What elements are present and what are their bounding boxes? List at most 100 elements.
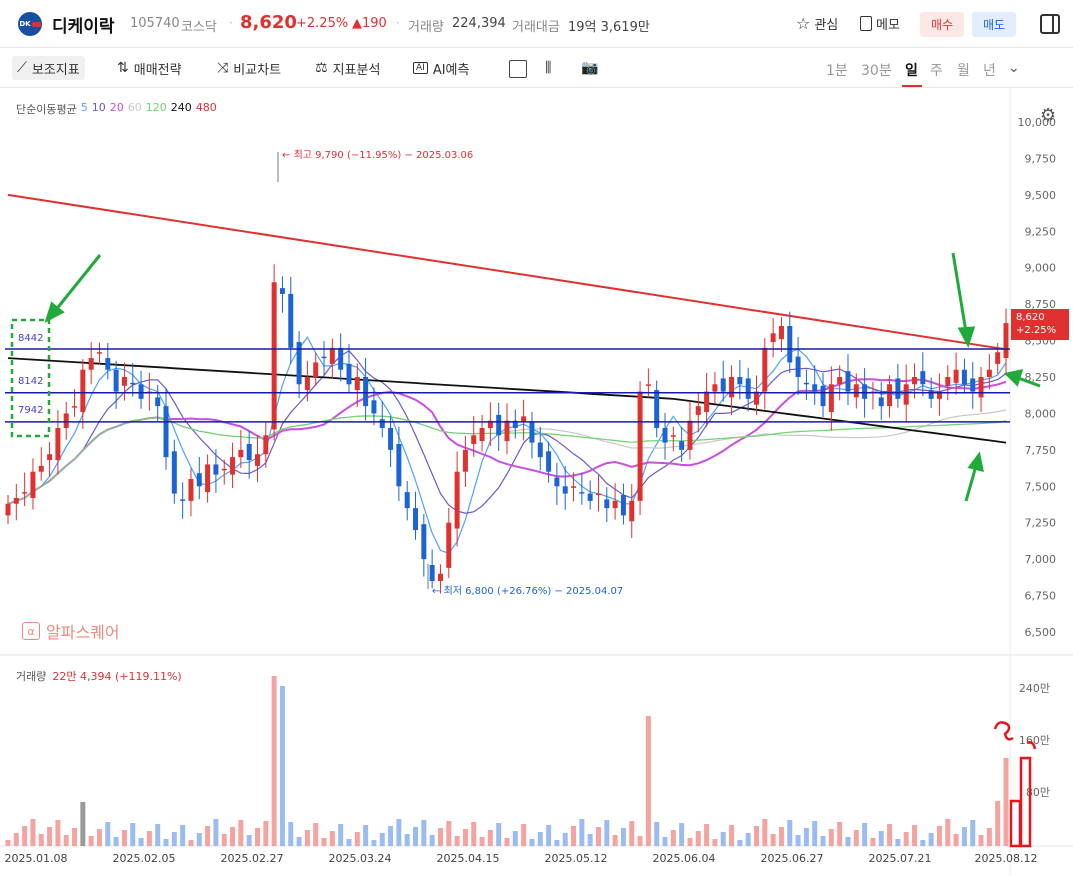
candle-type-button[interactable]: ⫼ [540, 56, 556, 80]
analysis-button[interactable]: ⚖ 지표분석 [310, 56, 385, 80]
volume-bar [512, 831, 518, 846]
volume-bar [113, 837, 119, 846]
volume-bar [945, 819, 951, 846]
candle-body [579, 492, 585, 494]
alpha-icon: α [22, 622, 40, 640]
indicator-button[interactable]: ⟋ 보조지표 [12, 56, 85, 80]
candle-body [55, 428, 61, 461]
y-tick-label: 9,250 [1025, 225, 1057, 238]
period-year[interactable]: 년 [983, 60, 996, 80]
volume-bar [255, 828, 260, 846]
volume-label: 거래량 [408, 20, 444, 35]
y-tick-label: 7,000 [1025, 553, 1057, 566]
candle-body [371, 400, 377, 414]
side-panel-icon[interactable] [1040, 14, 1060, 34]
candle-body [221, 468, 227, 471]
compare-button[interactable]: ⤨ 비교차트 [212, 56, 286, 80]
ai-button[interactable]: AI AI예측 [408, 56, 474, 80]
candle-body [845, 371, 851, 392]
candle-body [604, 499, 610, 509]
candle-body [354, 377, 360, 391]
volume-bar [404, 834, 410, 846]
volume-bar [803, 828, 809, 846]
volume-bar [529, 839, 535, 846]
volume-bar [720, 832, 726, 846]
highlight-rect [1009, 799, 1022, 848]
current-price-tag: 8,620 +2.25% [1011, 309, 1069, 340]
candle-body [113, 369, 119, 392]
volume-bar [787, 820, 793, 846]
volume-bar [662, 837, 668, 846]
volume-bar [487, 830, 493, 846]
ai-label: AI예측 [432, 62, 470, 78]
candle-body [321, 356, 327, 359]
watch-button[interactable]: ☆ 관심 [796, 14, 838, 33]
volume-bar [22, 826, 28, 846]
volume-bar [263, 821, 269, 846]
candle-body [121, 377, 127, 386]
period-day[interactable]: 일 [905, 60, 918, 80]
candle-body [903, 384, 909, 405]
chart-type-square-icon[interactable] [509, 60, 527, 78]
candle-body [271, 282, 277, 430]
x-tick-label: 2025.03.24 [329, 852, 392, 865]
candle-body [47, 454, 53, 461]
volume-bar [421, 820, 427, 846]
period-week[interactable]: 주 [930, 60, 943, 80]
volume-bar [812, 821, 818, 846]
screenshot-button[interactable]: 📷 [576, 56, 603, 80]
arrow-head [967, 451, 984, 473]
candle-body [246, 444, 252, 461]
candle-body [754, 391, 759, 405]
buy-button[interactable]: 매수 [920, 12, 964, 37]
candle-body [363, 377, 369, 407]
y-tick-label: 9,750 [1025, 152, 1057, 165]
candle-body [379, 419, 385, 428]
sell-button[interactable]: 매도 [972, 12, 1016, 37]
volume-bar [845, 837, 851, 846]
volume-value: 224,394 [452, 16, 506, 31]
volume-bar [571, 826, 577, 846]
candle-body [778, 326, 784, 340]
price-chart[interactable]: 10,0009,7509,5009,2509,0008,7508,5008,25… [0, 88, 1073, 876]
candle-body [188, 479, 194, 501]
volume-bar [171, 832, 177, 846]
indicator-icon: ⟋ [17, 60, 27, 76]
x-tick-label: 2025.08.12 [975, 852, 1038, 865]
memo-button[interactable]: 메모 [860, 14, 900, 33]
candle-body [670, 435, 676, 437]
volume-bar [146, 831, 152, 846]
volume-tick-label: 240만 [1019, 682, 1050, 695]
volume-bar [504, 838, 510, 846]
volume-bar [413, 827, 419, 846]
candle-body [529, 422, 535, 443]
candle-body [155, 397, 161, 407]
volume-bar [63, 835, 69, 846]
period-month[interactable]: 월 [957, 60, 970, 80]
strategy-button[interactable]: ⇅ 매매전략 [112, 56, 187, 80]
volume-bar [462, 829, 468, 846]
candle-body [978, 377, 984, 398]
volume-bar [770, 834, 776, 846]
volume-bar [612, 835, 618, 846]
volume-bar [754, 826, 759, 846]
period-1min[interactable]: 1분 [826, 60, 848, 80]
candle-body [80, 369, 86, 412]
candle-body [920, 371, 926, 385]
volume-bar [454, 836, 460, 846]
period-30min[interactable]: 30분 [861, 60, 892, 80]
volume-bar [912, 825, 918, 846]
low-annotation: ← 최저 6,800 (+26.76%) − 2025.04.07 [432, 586, 624, 597]
candle-body [645, 384, 651, 386]
volume-bar [704, 824, 710, 846]
y-tick-label: 10,000 [1018, 116, 1057, 129]
volume-bar [130, 823, 136, 846]
volume-bar [96, 829, 102, 846]
candle-body [803, 382, 809, 385]
volume-bar [936, 826, 942, 846]
volume-bar [354, 832, 360, 846]
candle-body [720, 378, 726, 392]
chevron-down-icon[interactable]: ⌄ [1008, 60, 1020, 76]
candle-body [662, 428, 668, 443]
candle-body [63, 413, 69, 428]
